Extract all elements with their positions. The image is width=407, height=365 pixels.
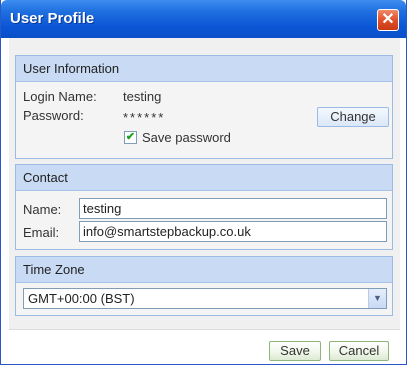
login-name-label: Login Name: [23, 89, 97, 104]
time-zone-selected-value: GMT+00:00 (BST) [28, 291, 135, 306]
contact-header: Contact [16, 165, 392, 191]
change-password-button[interactable]: Change [317, 107, 389, 127]
time-zone-select[interactable]: GMT+00:00 (BST) ▼ [23, 288, 387, 309]
user-profile-dialog: User Profile ✕ User Information Login Na… [0, 0, 407, 365]
chevron-down-icon[interactable]: ▼ [368, 289, 386, 308]
name-label: Name: [23, 202, 62, 217]
footer-divider [9, 329, 400, 330]
login-name-value: testing [123, 89, 162, 104]
save-password-checkbox[interactable]: ✔ [124, 131, 137, 144]
password-label: Password: [23, 108, 84, 123]
save-button[interactable]: Save [269, 341, 321, 361]
time-zone-header: Time Zone [16, 257, 392, 283]
close-button[interactable]: ✕ [377, 9, 399, 31]
cancel-button[interactable]: Cancel [329, 341, 389, 361]
password-value: ****** [123, 110, 166, 125]
close-icon: ✕ [381, 11, 395, 28]
save-password-label: Save password [142, 130, 231, 145]
name-field[interactable]: testing [79, 198, 387, 219]
title-bar[interactable]: User Profile ✕ [1, 0, 406, 38]
user-information-header: User Information [16, 56, 392, 82]
dialog-title: User Profile [10, 10, 95, 27]
check-icon: ✔ [125, 131, 136, 143]
email-label: Email: [23, 225, 60, 240]
email-field[interactable]: info@smartstepbackup.co.uk [79, 221, 387, 242]
